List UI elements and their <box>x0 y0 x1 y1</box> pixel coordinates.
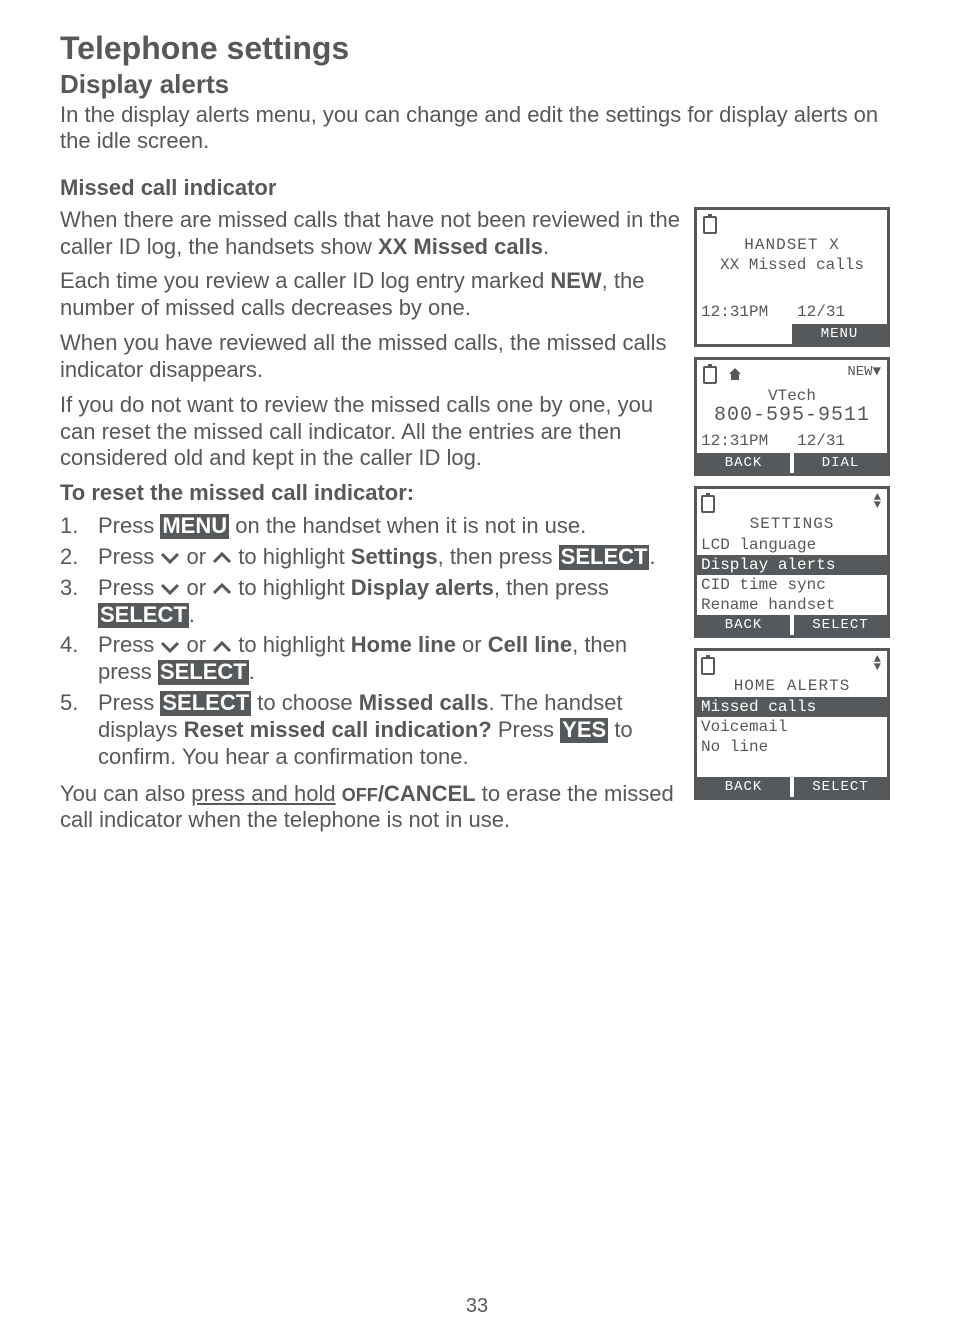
lcd-menu-button[interactable]: MENU <box>792 324 887 344</box>
text: . <box>543 234 549 259</box>
lcd-menu-title: HOME ALERTS <box>697 677 887 695</box>
step-2: Press or to highlight Settings, then pre… <box>60 544 682 571</box>
steps-list: Press MENU on the handset when it is not… <box>60 513 682 770</box>
step-3: Press or to highlight Display alerts, th… <box>60 575 682 629</box>
lcd-screen-settings: ▲▼ SETTINGS LCD language Display alerts … <box>694 486 890 638</box>
chevron-up-icon <box>212 552 232 564</box>
battery-icon <box>703 216 717 234</box>
menu-item-lcd-language[interactable]: LCD language <box>697 535 887 555</box>
battery-icon <box>701 495 715 513</box>
para-3: When you have reviewed all the missed ca… <box>60 330 682 384</box>
yes-key: YES <box>560 718 608 743</box>
para-2: Each time you review a caller ID log ent… <box>60 268 682 322</box>
bold-text: NEW <box>550 268 601 293</box>
chevron-down-icon <box>160 552 180 564</box>
lcd-back-button[interactable]: BACK <box>697 777 790 797</box>
select-key: SELECT <box>559 545 650 570</box>
lcd-time: 12:31PM 12/31 <box>701 302 883 322</box>
missed-call-heading: Missed call indicator <box>60 175 894 201</box>
select-key: SELECT <box>98 603 189 628</box>
menu-item-voicemail[interactable]: Voicemail <box>697 717 887 737</box>
chevron-down-icon <box>160 583 180 595</box>
para-5: You can also press and hold OFF/CANCEL t… <box>60 781 682 835</box>
lcd-name: VTech <box>701 387 883 405</box>
section-title: Display alerts <box>60 69 894 100</box>
menu-key: MENU <box>160 514 229 539</box>
menu-item-no-line[interactable]: No line <box>697 737 887 757</box>
intro-text: In the display alerts menu, you can chan… <box>60 102 880 155</box>
battery-icon <box>703 366 717 384</box>
lcd-select-button[interactable]: SELECT <box>794 777 887 797</box>
menu-item-cid-time-sync[interactable]: CID time sync <box>697 575 887 595</box>
select-key: SELECT <box>160 691 251 716</box>
new-indicator: NEW▼ <box>847 364 881 380</box>
para-4: If you do not want to review the missed … <box>60 392 682 472</box>
off-key: OFF <box>342 785 378 805</box>
lcd-select-button[interactable]: SELECT <box>794 615 887 635</box>
lcd-screen-idle: HANDSET X XX Missed calls 12:31PM 12/31 … <box>694 207 890 347</box>
reset-heading: To reset the missed call indicator: <box>60 480 682 507</box>
lcd-column: HANDSET X XX Missed calls 12:31PM 12/31 … <box>694 207 894 842</box>
lcd-screen-home-alerts: ▲▼ HOME ALERTS Missed calls Voicemail No… <box>694 648 890 800</box>
step-1: Press MENU on the handset when it is not… <box>60 513 682 540</box>
updown-arrow-icon: ▲▼ <box>874 655 881 671</box>
lcd-phone-number: 800-595-9511 <box>701 405 883 427</box>
text: Each time you review a caller ID log ent… <box>60 268 550 293</box>
lcd-title: HANDSET X <box>701 236 883 254</box>
body-column: When there are missed calls that have no… <box>60 207 682 842</box>
select-key: SELECT <box>158 660 249 685</box>
lcd-back-button[interactable]: BACK <box>697 453 790 473</box>
page-title: Telephone settings <box>60 30 894 67</box>
menu-item-rename-handset[interactable]: Rename handset <box>697 595 887 615</box>
lcd-menu-title: SETTINGS <box>697 515 887 533</box>
battery-icon <box>701 657 715 675</box>
chevron-up-icon <box>212 641 232 653</box>
text: When there are missed calls that have no… <box>60 207 680 259</box>
step-5: Press SELECT to choose Missed calls. The… <box>60 690 682 770</box>
menu-item-missed-calls[interactable]: Missed calls <box>697 697 887 717</box>
lcd-subtitle: XX Missed calls <box>701 256 883 274</box>
chevron-down-icon <box>160 641 180 653</box>
page-number: 33 <box>0 1295 954 1318</box>
bold-text: XX Missed calls <box>378 234 543 259</box>
lcd-screen-callerid: NEW▼ VTech 800-595-9511 12:31PM 12/31 BA… <box>694 357 890 476</box>
underline-text: press and hold <box>191 781 335 806</box>
lcd-dial-button[interactable]: DIAL <box>794 453 887 473</box>
home-icon <box>727 366 743 387</box>
lcd-time: 12:31PM 12/31 <box>701 431 883 451</box>
para-1: When there are missed calls that have no… <box>60 207 682 261</box>
chevron-up-icon <box>212 583 232 595</box>
lcd-back-button[interactable]: BACK <box>697 615 790 635</box>
updown-arrow-icon: ▲▼ <box>874 493 881 509</box>
step-4: Press or to highlight Home line or Cell … <box>60 632 682 686</box>
menu-item-display-alerts[interactable]: Display alerts <box>697 555 887 575</box>
